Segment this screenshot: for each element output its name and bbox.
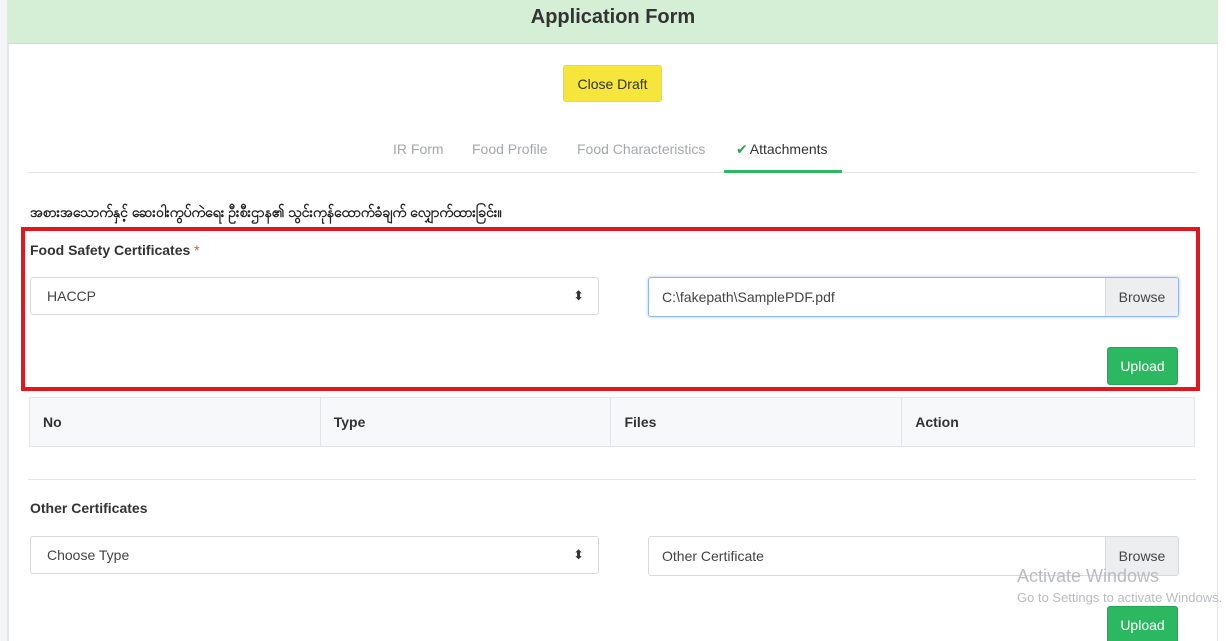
other-certificates-file-placeholder: Other Certificate — [662, 548, 764, 564]
required-mark: * — [194, 242, 200, 258]
tab-attachments[interactable]: ✔ Attachments — [724, 132, 842, 173]
tab-food-profile[interactable]: Food Profile — [472, 132, 547, 173]
other-certificates-type-value: Choose Type — [47, 547, 130, 563]
food-safety-type-value: HACCP — [47, 288, 97, 304]
column-header-no: No — [29, 397, 321, 447]
other-certificates-label: Other Certificates — [30, 500, 148, 516]
food-safety-label: Food Safety Certificates * — [30, 242, 200, 258]
food-safety-file-input[interactable]: C:\fakepath\SamplePDF.pdf Browse — [648, 277, 1179, 317]
column-header-files: Files — [610, 397, 903, 447]
select-caret-icon: ⬍ — [573, 288, 584, 303]
table-header-row: No Type Files Action — [29, 397, 1195, 447]
check-icon: ✔ — [736, 141, 748, 157]
page-title: Application Form — [530, 6, 696, 28]
form-tabs: IR Form Food Profile Food Characteristic… — [28, 132, 1196, 173]
food-safety-label-text: Food Safety Certificates — [30, 242, 191, 258]
windows-watermark-title: Activate Windows — [1017, 566, 1160, 586]
other-certificates-type-select[interactable]: Choose Type ⬍ — [30, 536, 599, 574]
tab-food-characteristics[interactable]: Food Characteristics — [577, 132, 705, 173]
header-bar: Application Form — [8, 0, 1218, 44]
column-header-action: Action — [901, 397, 1195, 447]
attachments-table: No Type Files Action — [29, 397, 1195, 447]
column-header-type: Type — [319, 397, 612, 447]
other-certificates-upload-button[interactable]: Upload — [1107, 606, 1178, 641]
food-safety-browse-button[interactable]: Browse — [1105, 278, 1178, 316]
app-frame: Application Form Close Draft IR Form Foo… — [0, 0, 1226, 641]
left-edge — [0, 0, 8, 641]
section-divider — [28, 479, 1196, 480]
food-safety-type-select[interactable]: HACCP ⬍ — [30, 277, 599, 315]
food-safety-file-value: C:\fakepath\SamplePDF.pdf — [662, 289, 835, 305]
close-draft-button[interactable]: Close Draft — [563, 65, 662, 102]
tab-attachments-label: Attachments — [749, 141, 828, 157]
notice-text: အစားအသောက်နှင့် ဆေးဝါးကွပ်ကဲရေး ဦးစီးဌာန… — [30, 204, 502, 220]
tab-ir-form[interactable]: IR Form — [393, 132, 444, 173]
windows-watermark-subtitle: Go to Settings to activate Windows. — [1017, 590, 1223, 605]
food-safety-upload-button[interactable]: Upload — [1107, 347, 1178, 385]
select-caret-icon: ⬍ — [573, 547, 584, 562]
